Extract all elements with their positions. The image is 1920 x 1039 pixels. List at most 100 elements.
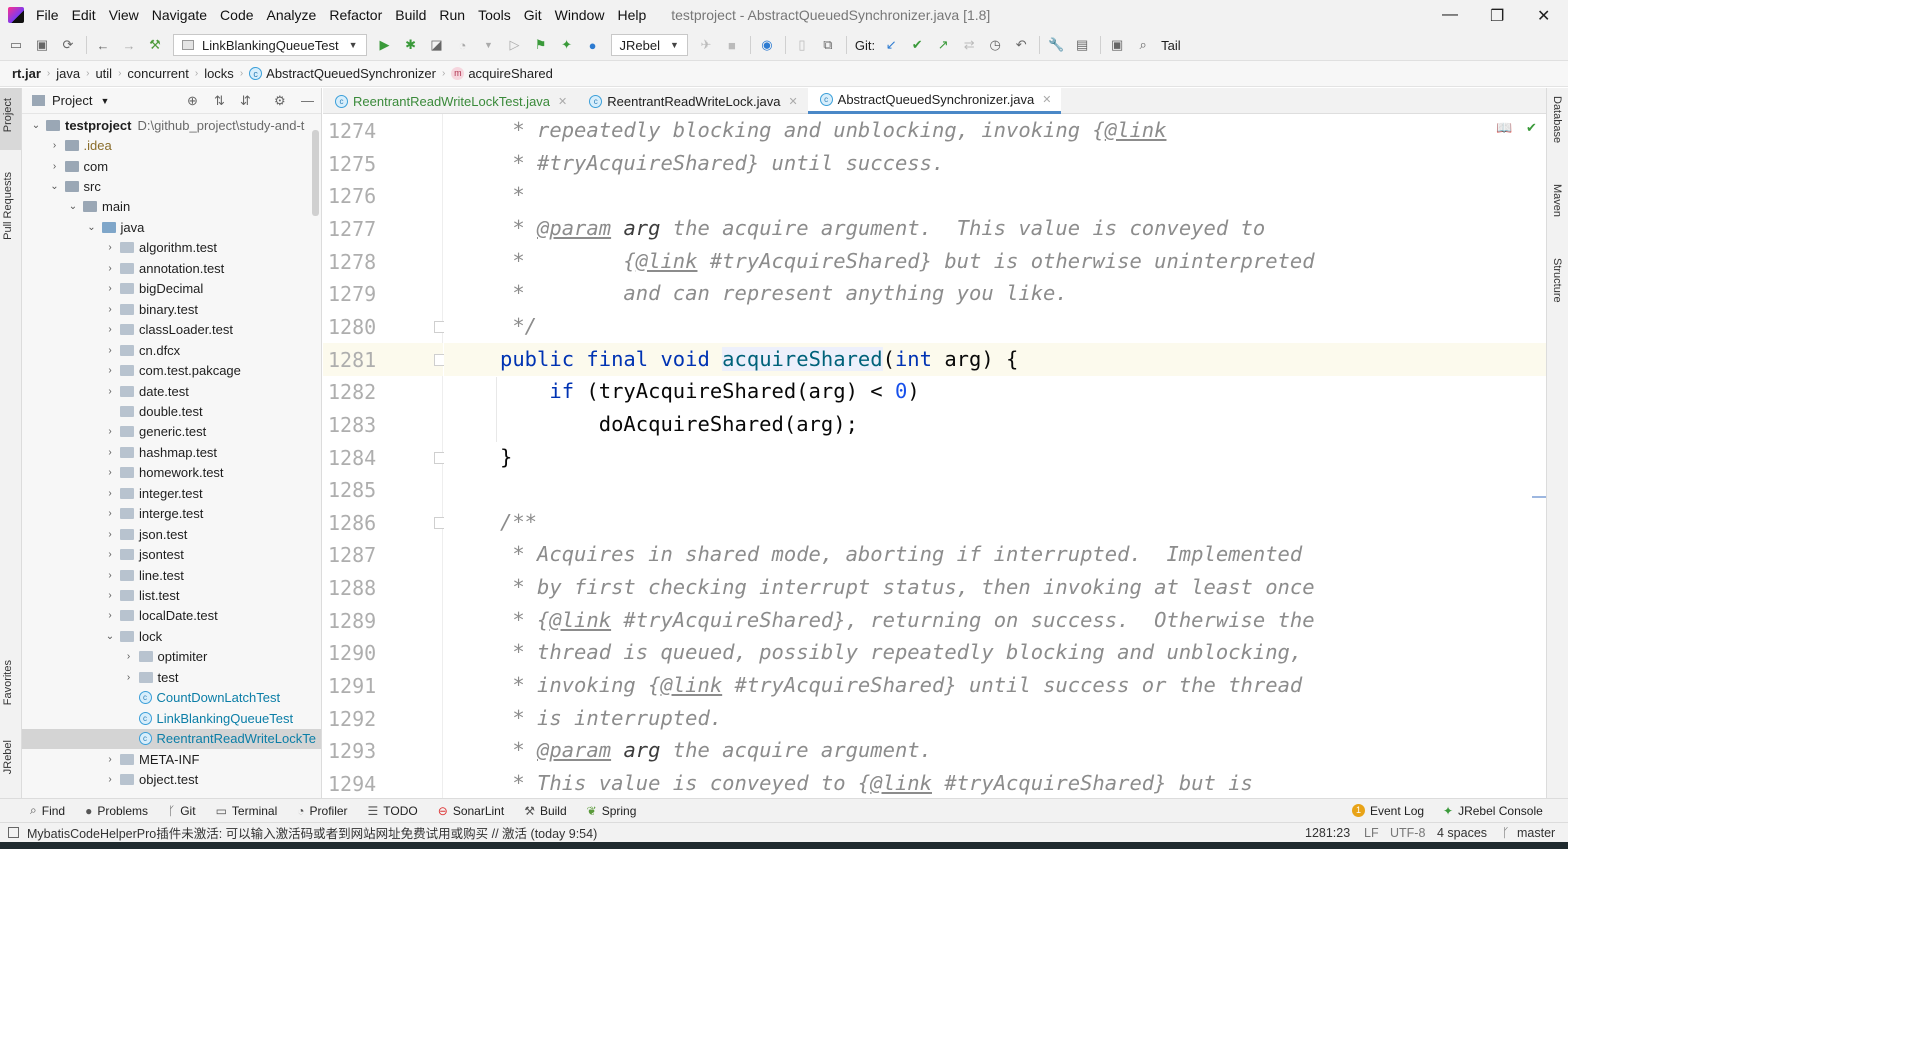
tree-item[interactable]: › com [22, 156, 321, 176]
jrebel-tool-tab[interactable]: JRebel [2, 736, 14, 778]
search-everywhere-icon[interactable]: ◉ [759, 37, 775, 53]
crumb-concurrent[interactable]: concurrent [127, 66, 188, 81]
chevron-down-icon[interactable]: ⌄ [49, 181, 61, 192]
menu-view[interactable]: View [109, 7, 139, 23]
menu-help[interactable]: Help [617, 7, 646, 23]
code-line[interactable]: * Acquires in shared mode, aborting if i… [500, 542, 1302, 566]
build-hammer-icon[interactable]: ⚒ [147, 37, 163, 53]
chevron-right-icon[interactable]: › [104, 529, 116, 540]
close-icon[interactable]: ✕ [558, 95, 567, 108]
line-separator[interactable]: LF [1364, 826, 1379, 840]
tree-item[interactable]: › interge.test [22, 504, 321, 524]
tree-item[interactable]: › homework.test [22, 463, 321, 483]
crumb-class[interactable]: AbstractQueuedSynchronizer [266, 66, 436, 81]
code-line[interactable]: doAcquireShared(arg); [500, 412, 858, 436]
chevron-right-icon[interactable]: › [104, 345, 116, 356]
menu-git[interactable]: Git [524, 7, 542, 23]
locate-icon[interactable]: ⊕ [187, 93, 198, 109]
crumb-util[interactable]: util [95, 66, 112, 81]
help-icon[interactable]: ● [585, 37, 601, 53]
tree-item[interactable]: › META-INF [22, 749, 321, 769]
code-line[interactable]: * {@link #tryAcquireShared}, returning o… [500, 608, 1314, 632]
tree-item[interactable]: › classLoader.test [22, 320, 321, 340]
caret-position[interactable]: 1281:23 [1305, 826, 1350, 840]
menu-edit[interactable]: Edit [72, 7, 96, 23]
chevron-right-icon[interactable]: › [104, 590, 116, 601]
tree-item[interactable]: ⌄ testproject D:\github_project\study-and-… [22, 115, 321, 135]
git-push-icon[interactable]: ↗ [935, 37, 951, 53]
tree-item[interactable]: › algorithm.test [22, 238, 321, 258]
chevron-down-icon[interactable]: ⌄ [104, 631, 116, 642]
presentation-icon[interactable]: ▣ [1109, 37, 1125, 53]
tree-item[interactable]: › bigDecimal [22, 279, 321, 299]
tree-item[interactable]: ⌄ src [22, 176, 321, 196]
chevron-right-icon[interactable]: › [104, 447, 116, 458]
tree-item[interactable]: › date.test [22, 381, 321, 401]
terminal-tool-button[interactable]: ▭ Terminal [216, 804, 278, 818]
project-structure-icon[interactable]: ▤ [1074, 37, 1090, 53]
project-panel-title[interactable]: Project [52, 93, 92, 108]
code-line[interactable]: * @param arg the acquire argument. This … [500, 216, 1265, 240]
menu-tools[interactable]: Tools [478, 7, 511, 23]
sync-icon[interactable]: ⟳ [60, 37, 76, 53]
chevron-right-icon[interactable]: › [104, 488, 116, 499]
chevron-right-icon[interactable]: › [104, 774, 116, 785]
back-icon[interactable]: ← [95, 37, 111, 53]
code-line[interactable]: * This value is conveyed to {@link #tryA… [500, 771, 1253, 795]
build-tool-button[interactable]: ⚒ Build [524, 804, 566, 818]
chevron-right-icon[interactable]: › [104, 324, 116, 335]
jrebel-console-button[interactable]: ✦ JRebel Console [1443, 804, 1543, 818]
inspection-ok-icon[interactable]: ✔ [1526, 120, 1537, 136]
code-line[interactable]: * @param arg the acquire argument. [500, 738, 932, 762]
jrebel-select[interactable]: JRebel ▼ [610, 34, 688, 56]
tab-abstract-queued-synchronizer[interactable]: c AbstractQueuedSynchronizer.java ✕ [807, 88, 1062, 114]
debug-icon[interactable]: ✱ [403, 37, 419, 53]
tree-item[interactable]: › optimiter [22, 647, 321, 667]
close-icon[interactable]: ✕ [1042, 93, 1051, 106]
git-tool-button[interactable]: ᚴ Git [168, 804, 196, 818]
file-encoding[interactable]: UTF-8 [1390, 826, 1425, 840]
minimize-icon[interactable]: — [1442, 6, 1458, 24]
code-line[interactable]: } [500, 445, 512, 469]
menu-run[interactable]: Run [439, 7, 465, 23]
favorites-tool-tab[interactable]: Favorites [2, 656, 14, 709]
find-tool-button[interactable]: ⌕ Find [30, 803, 65, 818]
chevron-down-icon[interactable]: ⌄ [67, 201, 79, 212]
collapse-all-icon[interactable]: ⇵ [240, 93, 251, 109]
close-icon[interactable]: ✕ [788, 95, 797, 108]
settings-wrench-icon[interactable]: 🔧 [1048, 37, 1064, 53]
tree-item[interactable]: › object.test [22, 769, 321, 789]
open-folder-icon[interactable]: ▭ [8, 37, 24, 53]
tree-item[interactable]: › binary.test [22, 299, 321, 319]
save-icon[interactable]: ▣ [34, 37, 50, 53]
tree-item[interactable]: › test [22, 667, 321, 687]
tree-item[interactable]: ⌄ main [22, 197, 321, 217]
crumb-locks[interactable]: locks [204, 66, 234, 81]
stop-icon[interactable]: ■ [724, 37, 740, 53]
git-rollback-icon[interactable]: ↶ [1013, 37, 1029, 53]
database-tool-tab[interactable]: Database [1551, 96, 1563, 143]
sdk-icon[interactable]: ⧉ [820, 37, 836, 53]
sonarlint-tool-button[interactable]: ⊖ SonarLint [438, 804, 504, 818]
tail-button[interactable]: Tail [1161, 38, 1181, 53]
status-message[interactable]: MybatisCodeHelperPro插件未激活: 可以输入激活码或者到网站网… [27, 823, 597, 842]
chevron-right-icon[interactable]: › [104, 508, 116, 519]
code-line[interactable]: * [500, 183, 524, 207]
profile-icon[interactable]: ◔ [455, 37, 471, 53]
tree-item[interactable]: › line.test [22, 565, 321, 585]
event-log-button[interactable]: 1 Event Log [1352, 804, 1424, 818]
chevron-right-icon[interactable]: › [123, 651, 135, 662]
run-icon[interactable]: ▶ [377, 37, 393, 53]
tree-item[interactable]: double.test [22, 401, 321, 421]
chevron-down-icon[interactable]: ▼ [100, 96, 109, 106]
chevron-right-icon[interactable]: › [49, 161, 61, 172]
forward-icon[interactable]: → [121, 37, 137, 53]
menu-refactor[interactable]: Refactor [329, 7, 382, 23]
tree-scrollbar[interactable] [312, 130, 319, 216]
chevron-right-icon[interactable]: › [104, 283, 116, 294]
code-line[interactable]: * repeatedly blocking and unblocking, in… [500, 118, 1166, 142]
git-merge-icon[interactable]: ⇄ [961, 37, 977, 53]
tree-item[interactable]: › list.test [22, 585, 321, 605]
tree-item[interactable]: › .idea [22, 135, 321, 155]
chevron-right-icon[interactable]: › [104, 570, 116, 581]
